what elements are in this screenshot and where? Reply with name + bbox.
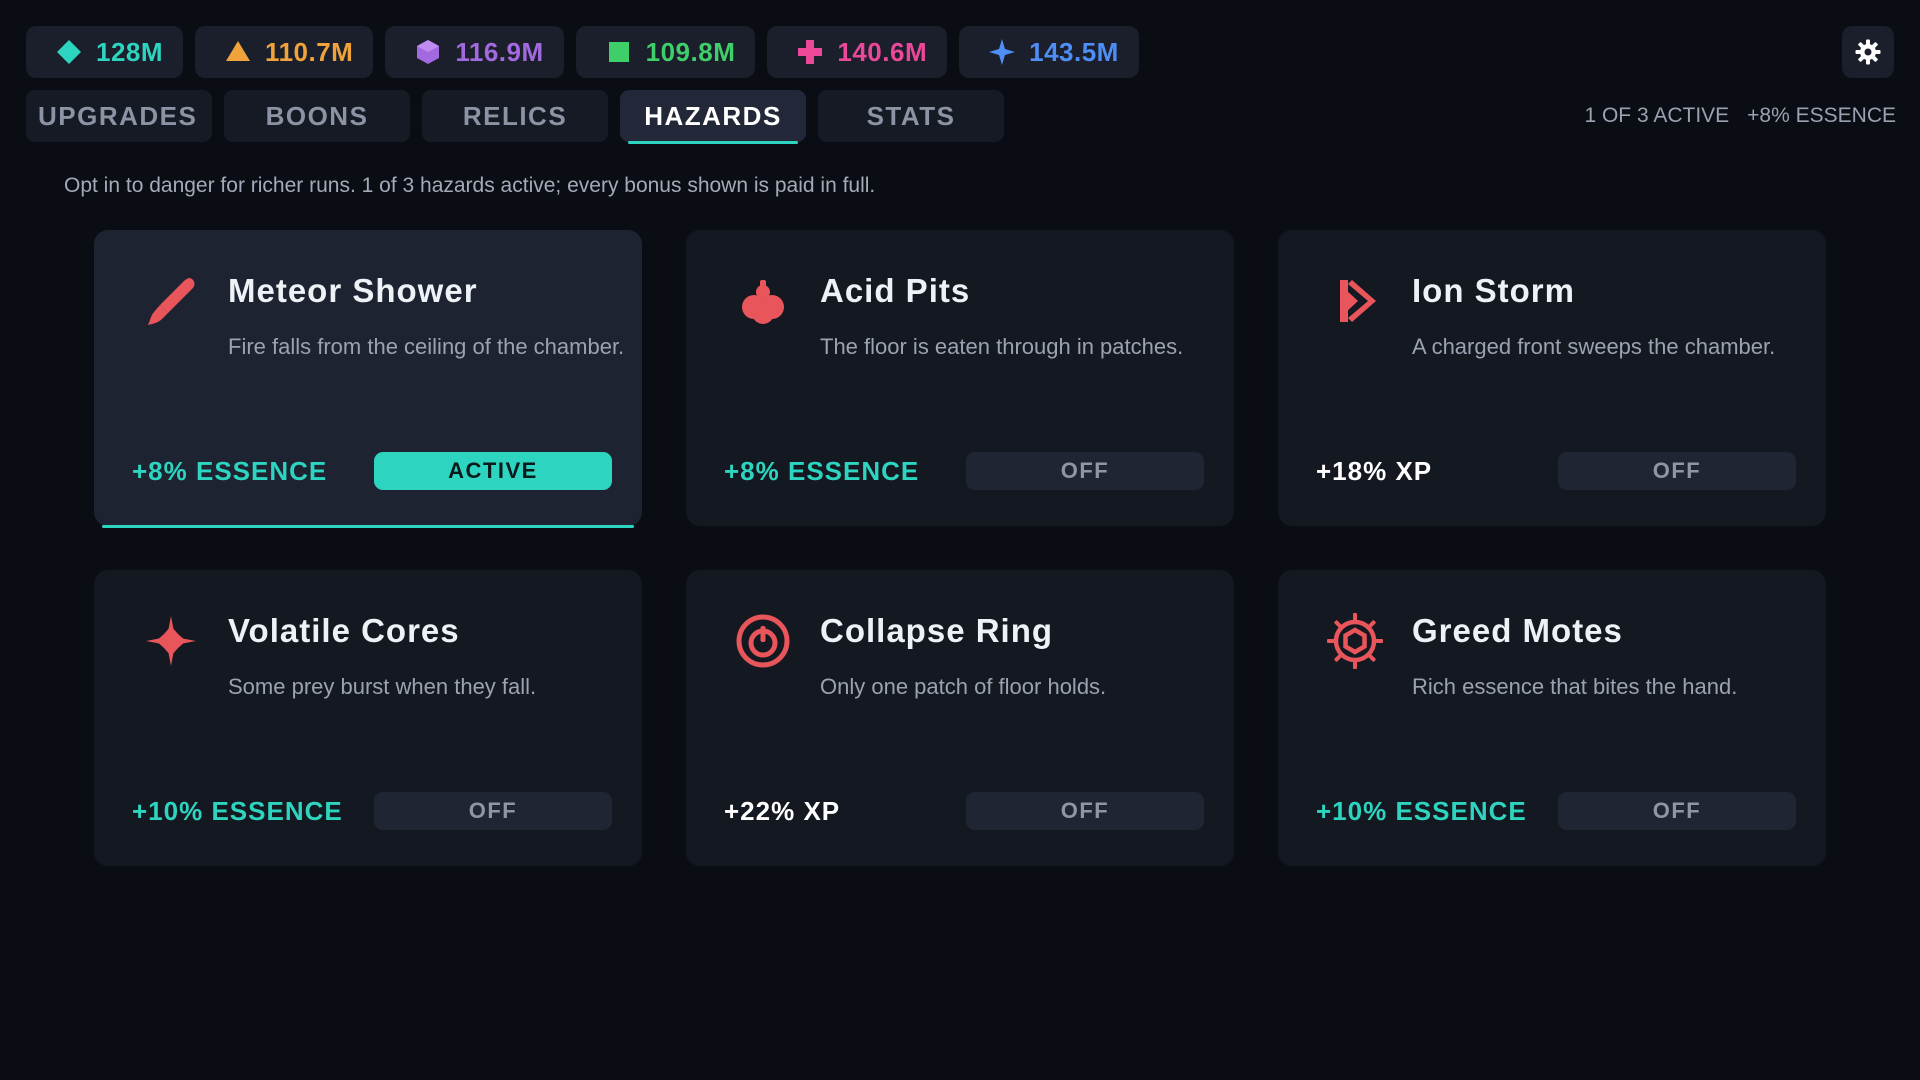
hazard-title: Meteor Shower <box>228 272 478 309</box>
hazard-toggle-button[interactable]: OFF <box>1558 792 1796 830</box>
acid-drop-icon <box>742 280 784 324</box>
hazard-toggle-button[interactable]: OFF <box>374 792 612 830</box>
resource-verdant: 109.8M <box>575 26 756 78</box>
hazard-toggle-button[interactable]: ACTIVE <box>374 452 612 490</box>
hazard-description: A charged front sweeps the chamber. <box>1412 334 1776 359</box>
hazard-description: The floor is eaten through in patches. <box>820 334 1184 359</box>
lightning-icon <box>1340 280 1376 322</box>
resource-essence: 128M <box>26 26 184 78</box>
hazard-description: Some prey burst when they fall. <box>228 674 537 699</box>
triangle-icon <box>226 41 251 61</box>
settings-button[interactable] <box>1842 26 1894 78</box>
square-icon <box>608 42 629 62</box>
hazard-title: Ion Storm <box>1412 272 1575 309</box>
tab-relics[interactable]: RELICS <box>422 90 608 142</box>
plus-icon <box>798 40 823 64</box>
burst-star-icon <box>146 616 196 666</box>
hazard-card-volatile-cores[interactable]: Volatile Cores Some prey burst when they… <box>94 570 642 866</box>
hazard-card-collapse-ring[interactable]: Collapse Ring Only one patch of floor ho… <box>686 570 1234 866</box>
active-indicator <box>102 525 634 528</box>
resource-value: 109.8M <box>645 36 736 67</box>
hazard-card-ion-storm[interactable]: Ion Storm A charged front sweeps the cha… <box>1278 230 1826 526</box>
meteor-icon <box>148 278 195 325</box>
resource-value: 128M <box>96 36 164 67</box>
hazard-bonus: +8% ESSENCE <box>132 456 328 486</box>
hazard-toggle-button[interactable]: OFF <box>1558 452 1796 490</box>
hazard-summary: 1 OF 3 ACTIVE +8% ESSENCE <box>1584 104 1896 128</box>
hazard-card-meteor-shower[interactable]: Meteor Shower Fire falls from the ceilin… <box>94 230 642 528</box>
hazard-title: Collapse Ring <box>820 612 1054 649</box>
hazard-description: Fire falls from the ceiling of the chamb… <box>228 334 625 359</box>
intro-text: Opt in to danger for richer runs. 1 of 3… <box>64 174 876 197</box>
hazard-bonus: +22% XP <box>724 796 841 826</box>
resource-value: 140.6M <box>837 36 928 67</box>
hazard-card-greed-motes[interactable]: Greed Motes Rich essence that bites the … <box>1278 570 1826 866</box>
hazard-description: Rich essence that bites the hand. <box>1412 674 1738 699</box>
hazard-bonus: +10% ESSENCE <box>132 796 343 826</box>
tab-bar: UPGRADES BOONS RELICS HAZARDS STATS <box>26 90 1004 144</box>
hazard-description: Only one patch of floor holds. <box>820 674 1107 699</box>
hazard-title: Greed Motes <box>1412 612 1623 649</box>
hazard-toggle-button[interactable]: OFF <box>966 792 1204 830</box>
resource-bar: 128M 110.7M 116.9M 109.8M 140.6M 143.5M <box>26 26 1139 78</box>
diamond-icon <box>57 40 81 64</box>
resource-value: 110.7M <box>265 36 354 67</box>
tab-upgrades[interactable]: UPGRADES <box>26 90 212 142</box>
collapse-ring-icon <box>736 614 790 668</box>
resource-value: 116.9M <box>455 36 544 67</box>
resource-amber: 110.7M <box>195 26 374 78</box>
hazard-bonus: +8% ESSENCE <box>724 456 920 486</box>
hazard-bonus: +10% ESSENCE <box>1316 796 1527 826</box>
resource-astral: 143.5M <box>959 26 1139 78</box>
hazard-card-acid-pits[interactable]: Acid Pits The floor is eaten through in … <box>686 230 1234 526</box>
tab-stats[interactable]: STATS <box>818 90 1004 142</box>
hazard-toggle-button[interactable]: OFF <box>966 452 1204 490</box>
resource-vital: 140.6M <box>767 26 948 78</box>
hazard-title: Volatile Cores <box>228 612 460 649</box>
active-count: 1 OF 3 ACTIVE <box>1584 104 1730 127</box>
total-bonus: +8% ESSENCE <box>1747 104 1896 127</box>
resource-value: 143.5M <box>1029 36 1119 67</box>
gear-gem-icon <box>1327 613 1383 669</box>
hexagon-icon <box>417 40 440 64</box>
gear-icon <box>1855 39 1881 65</box>
hazard-bonus: +18% XP <box>1316 456 1433 486</box>
tab-hazards[interactable]: HAZARDS <box>620 90 806 144</box>
tab-boons[interactable]: BOONS <box>224 90 410 142</box>
resource-crystal: 116.9M <box>385 26 564 78</box>
star4-icon <box>989 39 1016 65</box>
hazard-title: Acid Pits <box>820 272 971 309</box>
